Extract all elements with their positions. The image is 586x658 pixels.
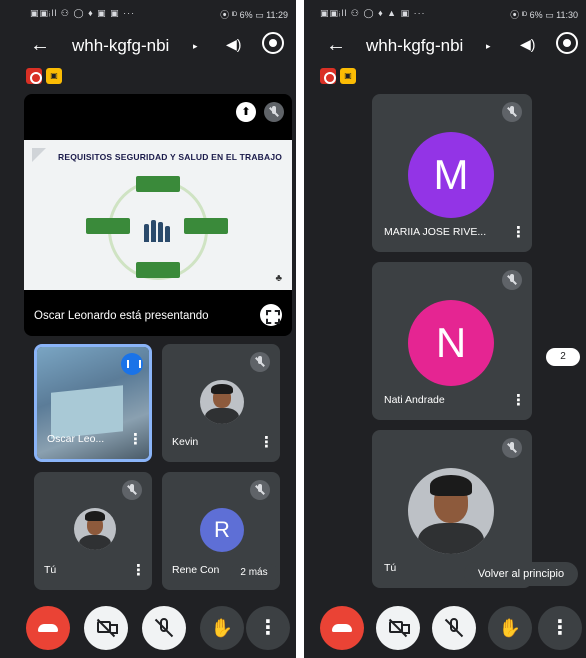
more-vert-icon: ⋮ (258, 617, 278, 639)
camera-toggle-button[interactable] (84, 606, 128, 650)
more-options-button[interactable]: ⋮ (538, 606, 582, 650)
mic-off-icon (502, 270, 522, 290)
raise-hand-icon: ✋ (498, 618, 522, 638)
participant-name: Nati Andrade (384, 394, 445, 406)
status-bar: ▣▣ᵢll ⚇ ◯ ♦ ▲ ▣ ··· ⦿ ᴵᴰ 6% ▭ 11:30 (304, 6, 586, 22)
fullscreen-icon[interactable] (260, 304, 282, 326)
participant-tile-self[interactable]: Tú (34, 472, 152, 590)
more-participants-chip[interactable]: 2 más (230, 564, 278, 582)
slide-diagram-box (136, 176, 180, 192)
status-bar: ▣▣ᵢll ⚇ ◯ ♦ ▣ ▣ ··· ⦿ ᴵᴰ 6% ▭ 11:29 (0, 6, 296, 22)
end-call-icon (332, 624, 352, 632)
status-battery-time: ⦿ ᴵᴰ 6% ▭ 11:30 (510, 10, 578, 20)
speaker-icon[interactable]: ◀) (520, 36, 535, 53)
raise-hand-button[interactable]: ✋ (488, 606, 532, 650)
more-options-button[interactable]: ⋮ (246, 606, 290, 650)
page-indicator-chip[interactable]: 2 (546, 348, 580, 366)
participant-name: Rene Con (172, 564, 220, 576)
camera-toggle-button[interactable] (376, 606, 420, 650)
avatar (200, 380, 244, 424)
participant-tile-oscar[interactable]: Oscar Leo... (34, 344, 152, 462)
back-to-top-button[interactable]: Volver al principio (464, 562, 578, 586)
back-arrow-icon[interactable]: ← (30, 34, 50, 57)
mic-off-icon (502, 438, 522, 458)
call-controls: ✋ ⋮ (0, 606, 296, 650)
avatar: N (408, 300, 494, 386)
speaking-indicator-icon (121, 353, 143, 375)
slide-diagram-box (86, 218, 130, 234)
presenting-label: Oscar Leonardo está presentando (34, 310, 209, 322)
mic-off-icon (264, 102, 284, 122)
more-vert-icon: ⋮ (550, 617, 570, 639)
mic-off-icon (122, 480, 142, 500)
back-arrow-icon[interactable]: ← (326, 34, 346, 57)
slide-people-illustration (142, 214, 174, 242)
record-icon (320, 68, 336, 84)
meeting-code[interactable]: whh-kgfg-nbi (72, 36, 169, 56)
app-bar: ← whh-kgfg-nbi ▸ ◀) (304, 30, 586, 66)
slide-decoration-icon: ♣ (275, 273, 282, 284)
participant-name: Oscar Leo... (47, 433, 105, 445)
more-vert-icon[interactable] (131, 561, 146, 579)
slide-diagram-box (184, 218, 228, 234)
avatar (74, 508, 116, 550)
shared-slide: REQUISITOS SEGURIDAD Y SALUD EN EL TRABA… (24, 140, 292, 290)
mic-off-icon (250, 352, 270, 372)
captions-icon: ▣ (46, 68, 62, 84)
left-phone-screen: ▣▣ᵢll ⚇ ◯ ♦ ▣ ▣ ··· ⦿ ᴵᴰ 6% ▭ 11:29 ← wh… (0, 0, 296, 658)
record-icon (26, 68, 42, 84)
mic-off-icon (250, 480, 270, 500)
participant-name: Kevin (172, 436, 199, 448)
end-call-button[interactable] (26, 606, 70, 650)
captions-icon: ▣ (340, 68, 356, 84)
presentation-tile[interactable]: ⬆ REQUISITOS SEGURIDAD Y SALUD EN EL TRA… (24, 94, 292, 336)
raise-hand-button[interactable]: ✋ (200, 606, 244, 650)
participant-tile-mariia[interactable]: M MARIIA JOSE RIVE... (372, 94, 532, 252)
avatar: R (200, 508, 244, 552)
call-controls: ✋ ⋮ (304, 606, 586, 650)
scroll-indicator (296, 324, 299, 366)
status-icons: ▣▣ᵢll ⚇ ◯ ♦ ▣ ▣ ··· (30, 8, 136, 18)
participant-name: MARIIA JOSE RIVE... (384, 226, 487, 238)
mic-toggle-button[interactable] (142, 606, 186, 650)
more-vert-icon[interactable] (511, 391, 526, 409)
slide-title: REQUISITOS SEGURIDAD Y SALUD EN EL TRABA… (58, 152, 283, 162)
chevron-right-icon[interactable]: ▸ (193, 41, 198, 52)
more-vert-icon[interactable] (128, 430, 143, 448)
avatar (408, 468, 494, 554)
slide-diagram-box (136, 262, 180, 278)
participant-tile-kevin[interactable]: Kevin (162, 344, 280, 462)
participant-tile-nati[interactable]: N Nati Andrade (372, 262, 532, 420)
slide-corner-decoration (32, 148, 46, 162)
meeting-code[interactable]: whh-kgfg-nbi (366, 36, 463, 56)
participant-name: Tú (44, 564, 57, 576)
participant-name: Tú (384, 562, 397, 574)
more-vert-icon[interactable] (259, 433, 274, 451)
mic-off-icon (502, 102, 522, 122)
camera-switch-icon[interactable] (556, 32, 578, 54)
raise-hand-icon: ✋ (210, 618, 234, 638)
status-battery-time: ⦿ ᴵᴰ 6% ▭ 11:29 (220, 10, 288, 20)
pin-icon[interactable]: ⬆ (236, 102, 256, 122)
camera-switch-icon[interactable] (262, 32, 284, 54)
chevron-right-icon[interactable]: ▸ (486, 41, 491, 52)
end-call-icon (38, 624, 58, 632)
status-icons: ▣▣ᵢll ⚇ ◯ ♦ ▲ ▣ ··· (320, 8, 426, 18)
more-vert-icon[interactable] (511, 223, 526, 241)
right-phone-screen: ▣▣ᵢll ⚇ ◯ ♦ ▲ ▣ ··· ⦿ ᴵᴰ 6% ▭ 11:30 ← wh… (304, 0, 586, 658)
mic-toggle-button[interactable] (432, 606, 476, 650)
avatar: M (408, 132, 494, 218)
speaker-icon[interactable]: ◀) (226, 36, 241, 53)
end-call-button[interactable] (320, 606, 364, 650)
app-bar: ← whh-kgfg-nbi ▸ ◀) (0, 30, 296, 66)
